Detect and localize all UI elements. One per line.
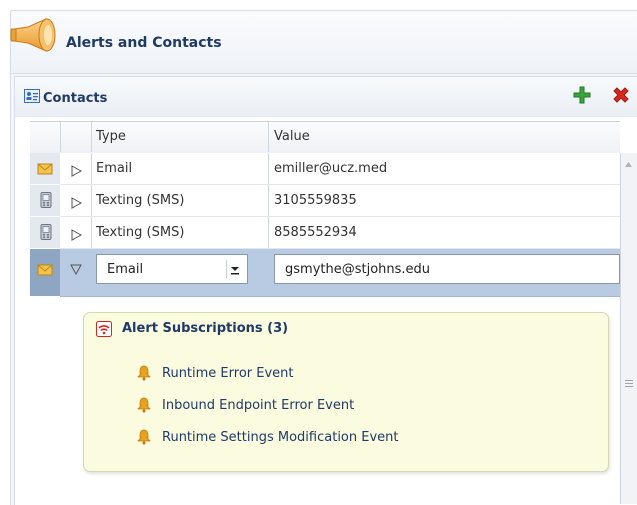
column-divider [268, 121, 269, 152]
bell-icon [137, 365, 151, 381]
contact-value: 3105559835 [274, 193, 357, 208]
mobile-phone-icon [40, 224, 52, 240]
scroll-up-arrow-icon[interactable] [624, 160, 633, 169]
column-divider [268, 153, 269, 184]
mobile-phone-icon [40, 192, 52, 208]
delete-contact-x-icon[interactable] [612, 86, 630, 104]
collapse-triangle-icon[interactable] [70, 263, 82, 275]
contact-value: 8585552934 [274, 225, 357, 240]
column-header-value[interactable]: Value [274, 129, 310, 144]
contact-value: emiller@ucz.med [274, 161, 388, 176]
alert-event-link[interactable]: Runtime Settings Modification Event [162, 430, 399, 445]
contact-type-select[interactable]: Email [96, 254, 248, 284]
page-title: Alerts and Contacts [66, 35, 222, 51]
bell-icon [137, 429, 151, 445]
column-divider [60, 121, 61, 152]
contacts-title: Contacts [43, 91, 108, 106]
email-envelope-icon [37, 163, 53, 175]
scroll-grip-icon[interactable] [624, 378, 634, 388]
expand-triangle-icon[interactable] [70, 165, 82, 177]
contact-type: Texting (SMS) [96, 193, 185, 208]
column-divider [268, 217, 269, 248]
column-divider [91, 185, 92, 216]
alert-subscriptions-title: Alert Subscriptions (3) [122, 321, 289, 336]
email-envelope-icon [37, 264, 53, 276]
column-divider [268, 185, 269, 216]
bell-icon [137, 397, 151, 413]
expand-triangle-icon[interactable] [70, 229, 82, 241]
contact-card-icon [24, 89, 40, 103]
vertical-scrollbar[interactable] [620, 153, 637, 504]
column-header-type[interactable]: Type [96, 129, 126, 144]
megaphone-icon [10, 18, 56, 52]
column-divider [91, 153, 92, 184]
column-divider [91, 217, 92, 248]
contact-value-input[interactable] [274, 254, 620, 284]
alert-subscriptions-box [83, 312, 609, 472]
contact-type-select-value: Email [107, 262, 144, 277]
contacts-panel-header [15, 77, 637, 117]
alert-event-link[interactable]: Inbound Endpoint Error Event [162, 398, 354, 413]
expand-triangle-icon[interactable] [70, 197, 82, 209]
column-divider [91, 121, 92, 152]
contact-type: Email [96, 161, 133, 176]
alert-event-link[interactable]: Runtime Error Event [162, 366, 294, 381]
add-contact-plus-icon[interactable] [573, 86, 591, 104]
dropdown-arrow-icon[interactable] [226, 260, 243, 278]
wireless-alert-icon [96, 321, 112, 337]
contact-type: Texting (SMS) [96, 225, 185, 240]
